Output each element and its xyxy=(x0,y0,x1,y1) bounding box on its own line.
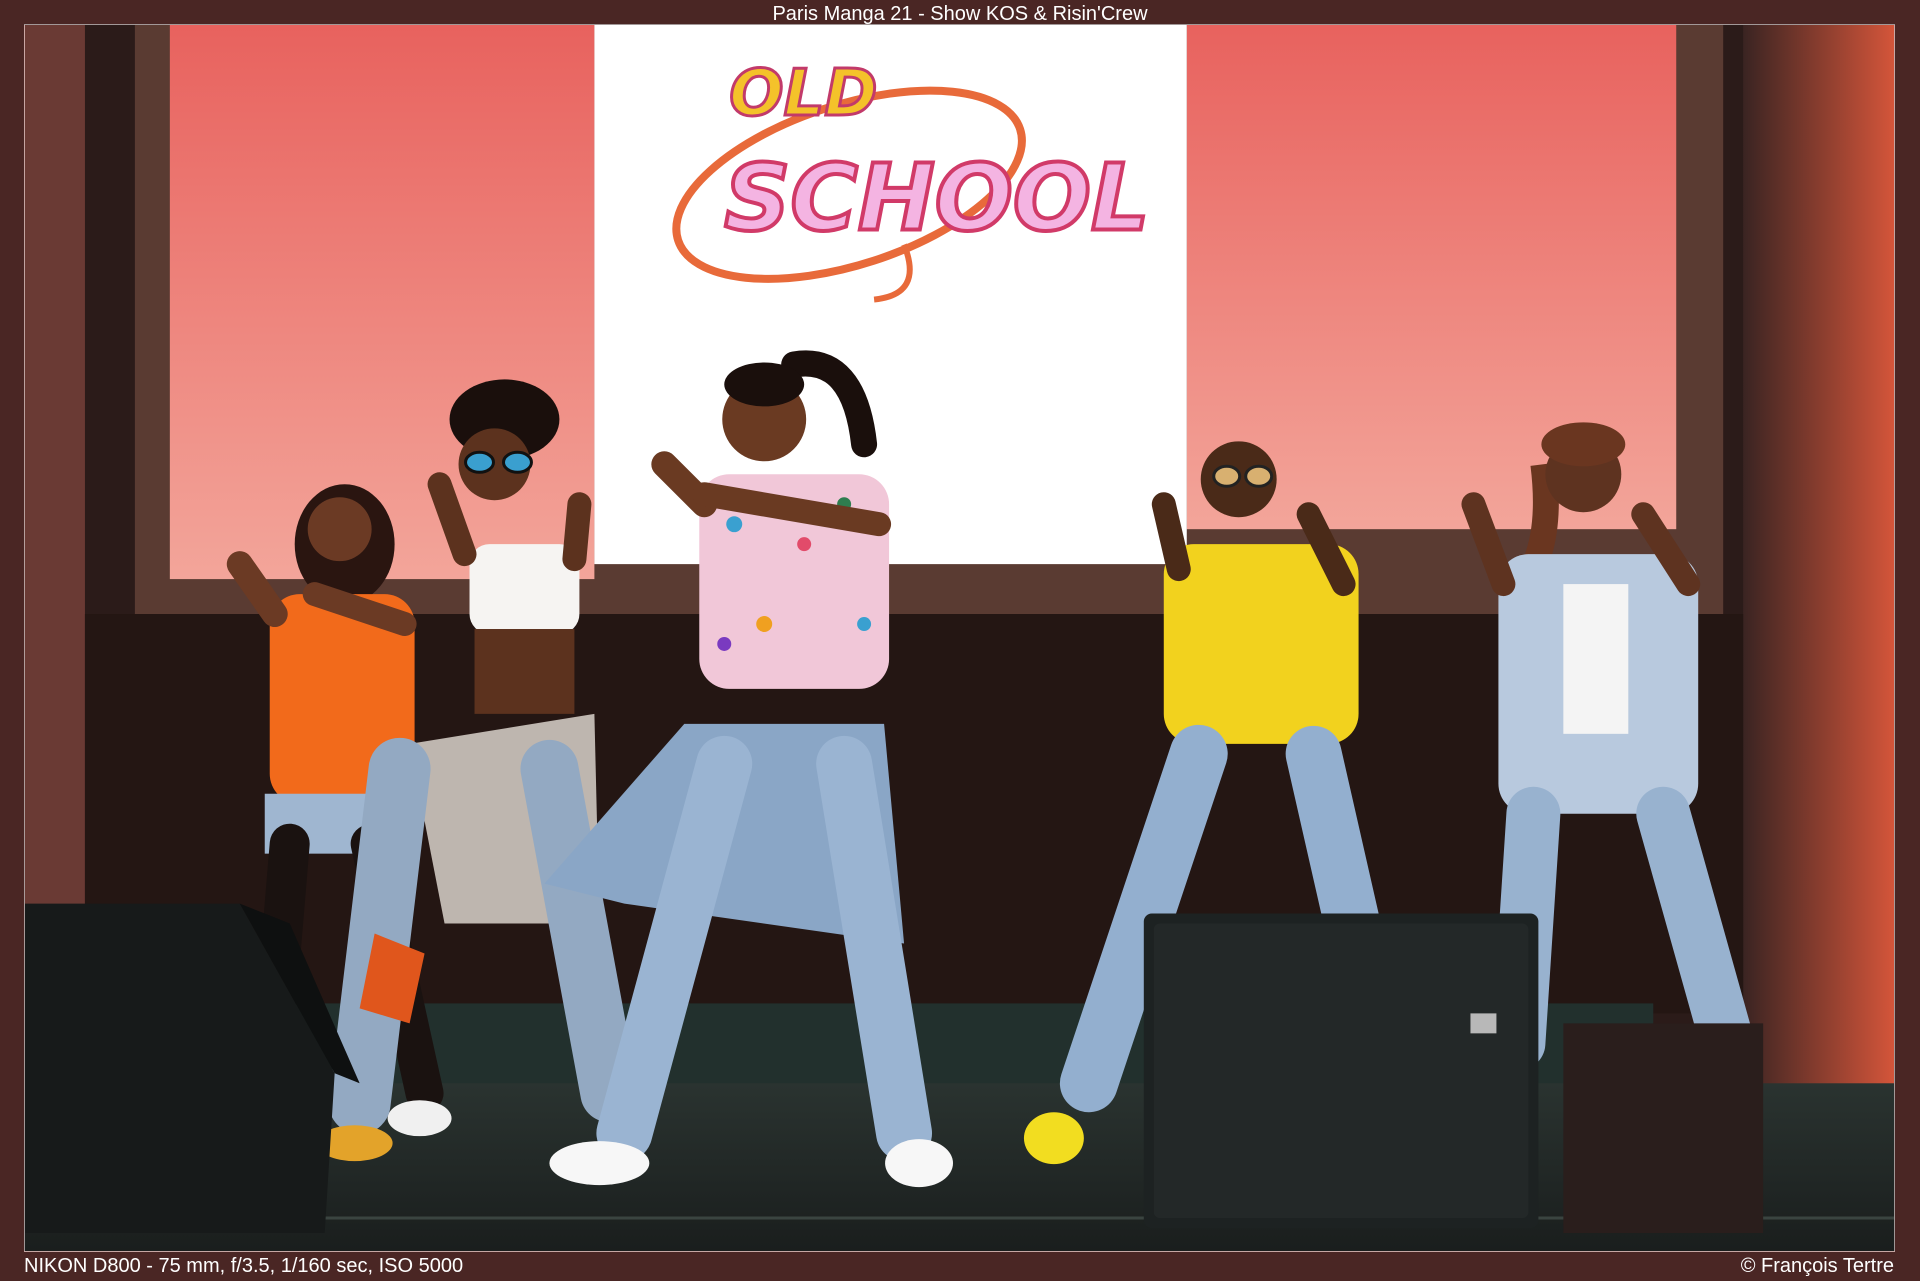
screen-left-panel xyxy=(169,25,595,580)
logo-line-1: OLD xyxy=(729,57,877,131)
stage-scene: OLD SCHOOL xyxy=(25,25,1894,1251)
photo-frame: Paris Manga 21 - Show KOS & Risin'Crew O… xyxy=(0,0,1920,1281)
logo-line-2: SCHOOL xyxy=(724,145,1149,252)
stage-monitor-right xyxy=(1563,1023,1764,1234)
camera-info: NIKON D800 - 75 mm, f/3.5, 1/160 sec, IS… xyxy=(24,1255,464,1277)
stage-photo: OLD SCHOOL xyxy=(24,24,1895,1252)
stage-monitor-center xyxy=(1143,913,1539,1229)
photo-credit: © François Tertre xyxy=(1740,1255,1894,1277)
right-backdrop xyxy=(1743,25,1894,1124)
photo-title: Paris Manga 21 - Show KOS & Risin'Crew xyxy=(772,3,1148,25)
